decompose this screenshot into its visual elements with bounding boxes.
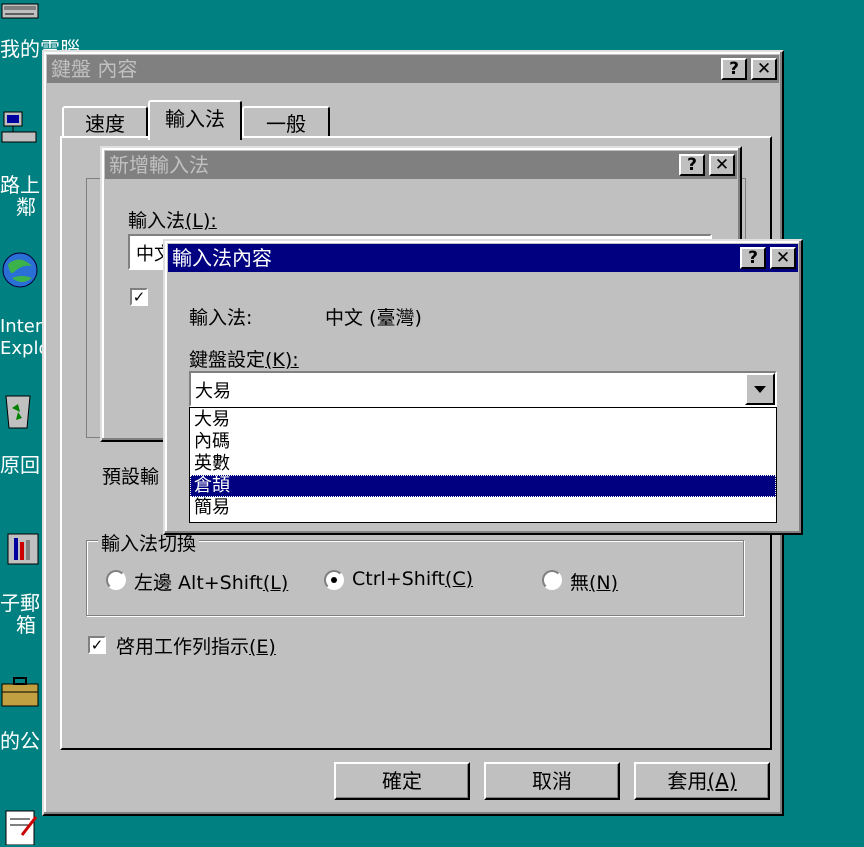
add-ime-title: 新增輸入法 <box>109 153 209 177</box>
internet-explorer-icon[interactable] <box>0 250 40 290</box>
keyboard-window-titlebar[interactable]: 鍵盤 內容 ? ✕ <box>47 55 779 83</box>
keyboard-window-title: 鍵盤 內容 <box>51 57 138 81</box>
dropdown-option[interactable]: 大易 <box>190 409 776 431</box>
add-ime-field-label: 輸入法(L): <box>128 210 217 232</box>
help-button[interactable]: ? <box>721 58 747 80</box>
close-button[interactable]: ✕ <box>770 247 796 269</box>
add-ime-checkbox[interactable]: ✓ <box>130 288 148 306</box>
tab-general[interactable]: 一般 <box>242 106 330 138</box>
ime-label: 輸入法: <box>189 307 253 329</box>
add-ime-titlebar[interactable]: 新增輸入法 ? ✕ <box>105 151 737 179</box>
ok-button[interactable]: 確定 <box>334 762 470 800</box>
dropdown-option[interactable]: 簡易 <box>190 497 776 519</box>
radio-ctrl-shift[interactable] <box>324 570 344 590</box>
tab-input-method[interactable]: 輸入法 <box>148 100 242 140</box>
radio-left-alt-shift-label[interactable]: 左邊 Alt+Shift(L) <box>134 568 288 595</box>
radio-left-alt-shift[interactable] <box>106 570 126 590</box>
ime-properties-title: 輸入法內容 <box>172 246 272 270</box>
default-ime-label: 預設輸 <box>102 466 160 488</box>
keyboard-setting-combobox[interactable]: 大易 <box>189 371 777 407</box>
desktop-label-mail-2[interactable]: 箱 <box>16 614 36 636</box>
help-button[interactable]: ? <box>679 154 705 176</box>
ime-value: 中文 (臺灣) <box>325 307 422 329</box>
dropdown-option-highlighted[interactable]: 倉頡 <box>190 475 776 497</box>
network-icon[interactable] <box>0 108 40 148</box>
keyboard-setting-label: 鍵盤設定(K): <box>189 349 299 371</box>
dropdown-option[interactable]: 內碼 <box>190 431 776 453</box>
radio-none[interactable] <box>542 570 562 590</box>
keyboard-setting-value: 大易 <box>195 381 231 402</box>
ime-properties-window: 輸入法內容 ? ✕ 輸入法: 中文 (臺灣) 鍵盤設定(K): 大易 大易 內碼… <box>163 239 803 535</box>
taskbar-indicator-checkbox[interactable]: ✓ <box>88 636 106 654</box>
cancel-button[interactable]: 取消 <box>484 762 620 800</box>
computer-icon[interactable] <box>0 0 40 40</box>
tab-speed[interactable]: 速度 <box>62 106 148 138</box>
radio-none-label[interactable]: 無(N) <box>570 568 618 595</box>
close-button[interactable]: ✕ <box>709 154 735 176</box>
desktop-label-recycle[interactable]: 原回 <box>0 454 40 476</box>
dropdown-option[interactable]: 英數 <box>190 453 776 475</box>
desktop-label-network-2[interactable]: 鄰 <box>16 196 36 218</box>
ime-properties-titlebar[interactable]: 輸入法內容 ? ✕ <box>168 244 798 272</box>
desktop-label-network-1[interactable]: 路上 <box>0 174 40 196</box>
dropdown-button[interactable] <box>745 373 775 405</box>
desktop-label-mail-1[interactable]: 子郵 <box>0 592 40 614</box>
briefcase-icon[interactable] <box>0 670 40 710</box>
help-button[interactable]: ? <box>740 247 766 269</box>
radio-ctrl-shift-label[interactable]: Ctrl+Shift(C) <box>352 568 473 590</box>
inbox-icon[interactable] <box>0 528 40 568</box>
keyboard-setting-dropdown-list: 大易 內碼 英數 倉頡 簡易 <box>189 407 777 523</box>
apply-button[interactable]: 套用(A) <box>634 762 770 800</box>
taskbar-indicator-label[interactable]: 啓用工作列指示(E) <box>116 632 276 659</box>
desktop-label-briefcase[interactable]: 的公 <box>0 730 40 752</box>
document-icon[interactable] <box>0 805 40 845</box>
close-button[interactable]: ✕ <box>751 58 777 80</box>
recycle-bin-icon[interactable] <box>0 390 40 430</box>
chevron-down-icon <box>754 386 766 393</box>
